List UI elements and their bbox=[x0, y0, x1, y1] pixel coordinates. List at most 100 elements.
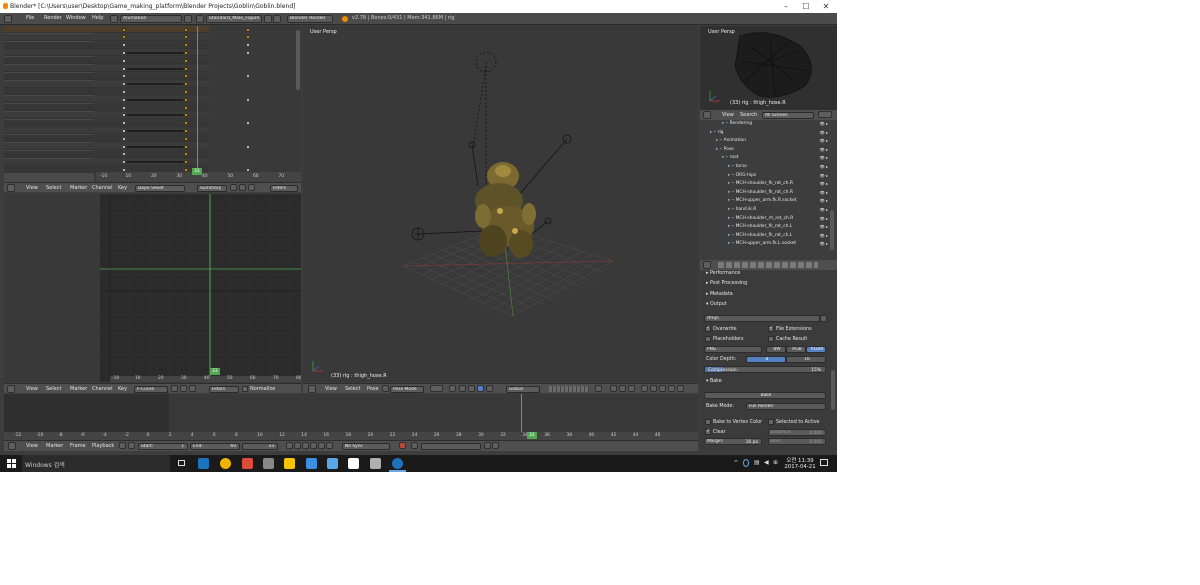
graph-mode-dropdown[interactable]: F-Curve bbox=[134, 385, 168, 393]
visibility-toggle-icon[interactable]: 👁 ▸ bbox=[820, 215, 828, 224]
viewport-menu-select[interactable]: Select bbox=[345, 386, 360, 392]
keyframe[interactable] bbox=[121, 104, 127, 111]
bake-to-vertex-checkbox[interactable] bbox=[705, 419, 711, 425]
scene-remove-icon[interactable] bbox=[273, 15, 281, 23]
outliner-row[interactable]: ▸ ⌁ torso 👁 ▸ bbox=[700, 163, 830, 172]
outliner-search-field[interactable] bbox=[818, 111, 832, 118]
manipulator-scale-icon[interactable] bbox=[486, 385, 493, 392]
color-rgba-button[interactable]: RGBA bbox=[806, 346, 826, 353]
current-frame-field[interactable]: 33 bbox=[242, 442, 278, 450]
pivot-point-icon[interactable] bbox=[449, 385, 456, 392]
normalize-checkbox[interactable] bbox=[242, 386, 248, 392]
dopesheet-mode-dropdown[interactable]: Dope Sheet bbox=[135, 184, 185, 192]
graph-menu-key[interactable]: Key bbox=[118, 386, 127, 392]
bake-button[interactable]: Bake bbox=[704, 392, 826, 399]
auto-keying-toggle[interactable] bbox=[399, 442, 406, 449]
start-windows-icon[interactable] bbox=[7, 459, 16, 468]
file-extensions-checkbox[interactable] bbox=[768, 325, 774, 332]
keyframe[interactable] bbox=[245, 42, 251, 48]
calculator-icon[interactable] bbox=[327, 458, 338, 469]
paste-pose-icon[interactable] bbox=[650, 385, 657, 392]
layer-buttons[interactable] bbox=[549, 386, 589, 392]
insert-keyframe-icon[interactable] bbox=[484, 442, 491, 449]
preview-range-toggle[interactable] bbox=[119, 442, 126, 449]
dopesheet-menu-select[interactable]: Select bbox=[46, 185, 61, 191]
screen-layout-icon[interactable] bbox=[110, 15, 118, 23]
clock-date[interactable]: 2017-04-21 bbox=[784, 464, 816, 470]
visibility-toggle-icon[interactable]: 👁 ▸ bbox=[820, 206, 828, 215]
dopesheet-summary-toggle[interactable]: Summary bbox=[197, 184, 227, 192]
keying-set-icon[interactable] bbox=[411, 442, 418, 449]
color-rgb-button[interactable]: RGB bbox=[786, 346, 806, 353]
graph-filters-dropdown[interactable]: Filters bbox=[209, 385, 239, 393]
paste-flipped-pose-icon[interactable] bbox=[659, 385, 666, 392]
delete-keyframe-icon[interactable] bbox=[492, 442, 499, 449]
color-bw-button[interactable]: BW bbox=[766, 346, 786, 353]
outliner-row[interactable]: ▸ ⌁ MCH-upper_arm.fk.R.socket 👁 ▸ bbox=[700, 197, 830, 206]
keyframe[interactable] bbox=[121, 120, 127, 126]
manipulator-toggle[interactable] bbox=[459, 385, 466, 392]
copy-pose-icon[interactable] bbox=[641, 385, 648, 392]
clock-time[interactable]: 오전 11:39 bbox=[786, 456, 814, 464]
panel-metadata[interactable]: ▸ Metadata bbox=[706, 292, 733, 297]
timeline-menu-frame[interactable]: Frame bbox=[70, 443, 86, 449]
steam-icon[interactable] bbox=[348, 458, 359, 469]
editor-type-timeline-icon[interactable] bbox=[8, 442, 16, 450]
keyframe[interactable] bbox=[183, 112, 189, 119]
keyframe[interactable] bbox=[183, 159, 189, 165]
keyframe[interactable] bbox=[121, 34, 127, 41]
bake-mode-dropdown[interactable]: Full Render bbox=[746, 403, 826, 410]
selected-to-active-checkbox[interactable] bbox=[768, 419, 774, 425]
3d-viewport[interactable]: User Persp (33) rig: thigh_hose.R bbox=[303, 26, 698, 382]
keyframe[interactable] bbox=[121, 26, 127, 33]
scene-icon[interactable] bbox=[196, 15, 204, 23]
keyframe[interactable] bbox=[121, 73, 127, 80]
active-keying-set-field[interactable] bbox=[421, 442, 481, 450]
screen-add-icon[interactable] bbox=[184, 15, 192, 23]
keyframe[interactable] bbox=[183, 65, 189, 72]
tray-app-icon[interactable] bbox=[743, 459, 749, 467]
interaction-mode-dropdown[interactable]: Pose Mode bbox=[390, 385, 424, 393]
network-icon[interactable]: ▤ bbox=[754, 459, 760, 466]
outliner-menu-view[interactable]: View bbox=[722, 112, 734, 118]
file-explorer-icon[interactable] bbox=[263, 458, 274, 469]
keyframe[interactable] bbox=[245, 26, 251, 33]
keyframe[interactable] bbox=[245, 120, 251, 126]
graph-menu-view[interactable]: View bbox=[26, 386, 38, 392]
graph-menu-select[interactable]: Select bbox=[46, 386, 61, 392]
ime-icon[interactable]: ⊕ bbox=[773, 459, 778, 466]
opengl-anim-icon[interactable] bbox=[677, 385, 684, 392]
only-errors-toggle[interactable] bbox=[189, 385, 196, 392]
jump-next-key-icon[interactable] bbox=[318, 442, 325, 449]
keyframe[interactable] bbox=[183, 89, 189, 95]
outliner-row[interactable]: ▸ ⌁ MCH-shoulder_fk_rot_ch.L 👁 ▸ bbox=[700, 223, 830, 232]
folder-icon[interactable] bbox=[820, 315, 827, 322]
keyframe[interactable] bbox=[245, 143, 251, 150]
keyframe[interactable] bbox=[121, 89, 127, 95]
menu-file[interactable]: File bbox=[26, 15, 34, 21]
taskbar-search-box[interactable]: Windows 검색 bbox=[22, 455, 170, 472]
outliner-row[interactable]: ▸ ⌁ rig 👁 ▸ bbox=[700, 129, 830, 138]
keyframe[interactable] bbox=[183, 34, 189, 41]
task-view-icon[interactable] bbox=[178, 460, 185, 466]
keyframe[interactable] bbox=[183, 42, 189, 48]
outliner-scrollbar[interactable] bbox=[830, 210, 834, 250]
outliner-row[interactable]: ▸ ⌁ MCH-shoulder_rh_rot_ch.R 👁 ▸ bbox=[700, 215, 830, 224]
mail-icon[interactable] bbox=[284, 458, 295, 469]
edge-icon[interactable] bbox=[198, 458, 209, 469]
dopesheet-menu-channel[interactable]: Channel bbox=[92, 185, 113, 191]
keyframe[interactable] bbox=[183, 120, 189, 126]
keyframe[interactable] bbox=[183, 96, 189, 103]
only-selected-toggle[interactable] bbox=[171, 385, 178, 392]
dope-sheet-scrollbar[interactable] bbox=[296, 30, 300, 90]
menu-help[interactable]: Help bbox=[92, 15, 103, 21]
menu-render[interactable]: Render bbox=[44, 15, 62, 21]
panel-post-processing[interactable]: ▸ Post Processing bbox=[706, 281, 747, 286]
keyframe[interactable] bbox=[245, 96, 251, 103]
bias-field[interactable]: Bias: 0.001 bbox=[768, 438, 826, 445]
close-button[interactable]: ✕ bbox=[816, 1, 836, 12]
camera-viewport[interactable]: User Persp (33) rig : thigh_hose.R bbox=[700, 26, 837, 110]
snap-icon[interactable] bbox=[619, 385, 626, 392]
outliner-row[interactable]: ▸ ⌁ Rendering 👁 ▸ bbox=[700, 120, 830, 129]
graph-menu-marker[interactable]: Marker bbox=[70, 386, 87, 392]
